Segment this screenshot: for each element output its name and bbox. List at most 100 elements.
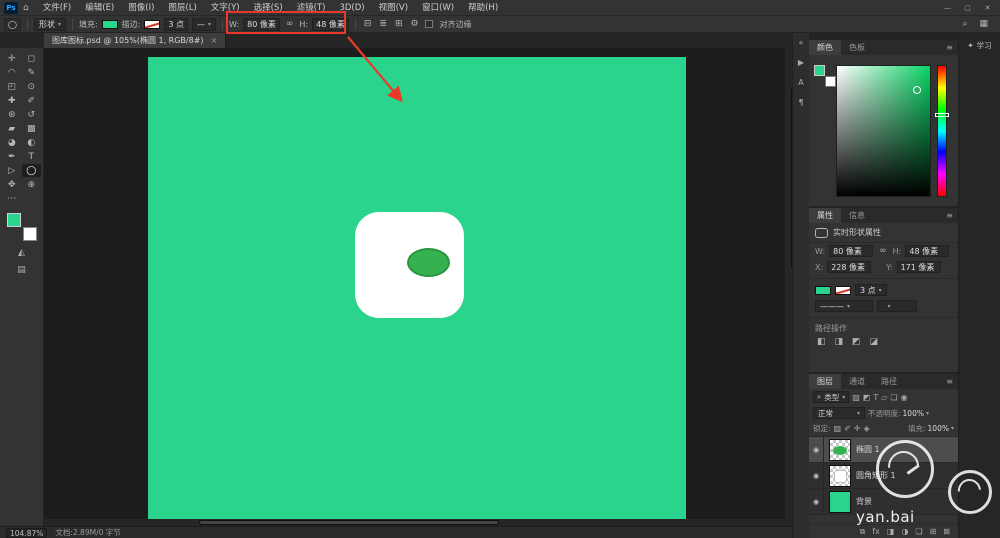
- y-field[interactable]: 171 像素: [897, 261, 941, 273]
- tab-paths[interactable]: 路径: [873, 374, 905, 389]
- link-layers-icon[interactable]: ⧉: [860, 527, 866, 537]
- menu-help[interactable]: 帮助(H): [461, 0, 505, 16]
- minimize-button[interactable]: —: [939, 2, 956, 14]
- opacity-control[interactable]: 不透明度: 100%: [868, 408, 929, 419]
- quick-mask-icon[interactable]: ◭: [0, 248, 43, 258]
- tab-properties[interactable]: 属性: [809, 208, 841, 223]
- filter-adjustment-layers-icon[interactable]: ◩: [863, 393, 871, 402]
- menu-layer[interactable]: 图层(L): [161, 0, 203, 16]
- menu-3d[interactable]: 3D(D): [332, 0, 371, 16]
- fill-swatch[interactable]: [102, 20, 118, 29]
- stroke-style-dropdown[interactable]: ———: [815, 300, 873, 312]
- foreground-color-swatch[interactable]: [7, 213, 21, 227]
- horizontal-scrollbar-thumb[interactable]: [199, 520, 499, 525]
- lock-all-icon[interactable]: ◈: [864, 424, 870, 433]
- exclude-shapes-icon[interactable]: ◪: [870, 337, 879, 347]
- tab-close-icon[interactable]: ×: [211, 36, 218, 45]
- background-color-swatch[interactable]: [825, 76, 836, 87]
- menu-file[interactable]: 文件(F): [36, 0, 79, 16]
- character-panel-icon[interactable]: A: [798, 78, 803, 87]
- layer-row-rounded-rectangle[interactable]: ◉ 圆角矩形 1: [809, 463, 958, 489]
- filter-type-layers-icon[interactable]: T: [873, 393, 878, 402]
- visibility-eye-icon[interactable]: ◉: [809, 437, 824, 462]
- brush-tool[interactable]: ✐: [22, 94, 42, 107]
- edit-toolbar-icon[interactable]: ⋯: [2, 192, 22, 205]
- home-icon[interactable]: ⌂: [23, 3, 29, 13]
- menu-type[interactable]: 文字(Y): [204, 0, 247, 16]
- filter-pixel-layers-icon[interactable]: ▨: [852, 393, 860, 402]
- link-dimensions-icon[interactable]: ∞: [284, 19, 296, 29]
- shape-width-field[interactable]: 80 像素: [243, 18, 280, 31]
- filter-shape-layers-icon[interactable]: ▱: [881, 393, 887, 402]
- delete-layer-icon[interactable]: ⊠: [943, 527, 950, 536]
- tool-preset-picker[interactable]: ◯: [4, 18, 21, 31]
- hue-slider-marker[interactable]: [935, 113, 949, 117]
- path-operations-icon[interactable]: ⊟: [362, 19, 374, 29]
- expand-panels-icon[interactable]: «: [799, 38, 804, 47]
- new-group-icon[interactable]: ❏: [915, 527, 922, 536]
- gradient-tool[interactable]: ▩: [22, 122, 42, 135]
- layer-name[interactable]: 背景: [856, 496, 872, 507]
- height-field[interactable]: 48 像素: [905, 245, 949, 257]
- stroke-width-dropdown[interactable]: 3 点: [855, 284, 887, 296]
- visibility-eye-icon[interactable]: ◉: [809, 463, 824, 488]
- history-brush-tool[interactable]: ↺: [22, 108, 42, 121]
- pen-tool[interactable]: ✒: [2, 150, 22, 163]
- type-tool[interactable]: T: [22, 150, 42, 163]
- stroke-width-field[interactable]: 3 点: [164, 18, 188, 31]
- zoom-tool[interactable]: ⊕: [22, 178, 42, 191]
- menu-view[interactable]: 视图(V): [372, 0, 415, 16]
- fill-swatch[interactable]: [815, 286, 831, 295]
- menu-edit[interactable]: 编辑(E): [78, 0, 121, 16]
- width-field[interactable]: 80 像素: [829, 245, 873, 257]
- horizontal-scrollbar[interactable]: [44, 519, 792, 526]
- visibility-eye-icon[interactable]: ◉: [809, 489, 824, 514]
- lock-pixels-icon[interactable]: ✐: [844, 424, 851, 433]
- eraser-tool[interactable]: ▰: [2, 122, 22, 135]
- hand-tool[interactable]: ✥: [2, 178, 22, 191]
- layer-thumbnail[interactable]: [829, 465, 851, 487]
- panel-menu-icon[interactable]: ≡: [941, 208, 958, 223]
- shape-height-field[interactable]: 48 像素: [312, 18, 349, 31]
- stroke-align-dropdown[interactable]: [877, 300, 917, 312]
- lasso-tool[interactable]: ◠: [2, 66, 22, 79]
- actions-panel-icon[interactable]: ▶: [798, 58, 804, 67]
- clone-stamp-tool[interactable]: ⊛: [2, 108, 22, 121]
- menu-filter[interactable]: 滤镜(T): [290, 0, 333, 16]
- menu-select[interactable]: 选择(S): [247, 0, 290, 16]
- filter-smart-objects-icon[interactable]: ❏: [890, 393, 897, 402]
- layer-row-ellipse[interactable]: ◉ 椭圆 1: [809, 437, 958, 463]
- subtract-shape-icon[interactable]: ◨: [835, 337, 844, 347]
- lock-transparency-icon[interactable]: ▨: [834, 424, 842, 433]
- layer-style-icon[interactable]: fx: [872, 527, 880, 536]
- maximize-button[interactable]: ▢: [959, 2, 976, 14]
- healing-brush-tool[interactable]: ✚: [2, 94, 22, 107]
- paragraph-panel-icon[interactable]: ¶: [798, 98, 803, 107]
- canvas-area[interactable]: [44, 48, 792, 526]
- blend-mode-dropdown[interactable]: 正常: [813, 407, 865, 419]
- tab-info[interactable]: 信息: [841, 208, 873, 223]
- vertical-scrollbar[interactable]: [785, 48, 792, 519]
- marquee-tool[interactable]: ◻: [22, 52, 42, 65]
- tab-layers[interactable]: 图层: [809, 374, 841, 389]
- search-icon[interactable]: ⌕: [960, 19, 969, 29]
- x-field[interactable]: 228 像素: [827, 261, 871, 273]
- add-layer-mask-icon[interactable]: ◨: [887, 527, 895, 536]
- lock-position-icon[interactable]: ✛: [854, 424, 861, 433]
- eyedropper-tool[interactable]: ⊙: [22, 80, 42, 93]
- document-canvas[interactable]: [148, 57, 686, 526]
- menu-window[interactable]: 窗口(W): [415, 0, 461, 16]
- screen-mode-icon[interactable]: ▤: [0, 265, 43, 275]
- path-alignment-icon[interactable]: ≣: [377, 19, 389, 29]
- color-picker-marker[interactable]: [913, 86, 921, 94]
- path-selection-tool[interactable]: ▷: [2, 164, 22, 177]
- document-tab[interactable]: 图库图标.psd @ 105%(椭圆 1, RGB/8#) ×: [44, 33, 226, 48]
- stroke-swatch[interactable]: [144, 20, 160, 29]
- quick-selection-tool[interactable]: ✎: [22, 66, 42, 79]
- menu-image[interactable]: 图像(I): [121, 0, 161, 16]
- close-button[interactable]: ✕: [979, 2, 996, 14]
- layer-name[interactable]: 圆角矩形 1: [856, 470, 896, 481]
- tool-mode-dropdown[interactable]: 形状: [34, 18, 66, 31]
- link-dimensions-icon[interactable]: ∞: [877, 246, 889, 256]
- layer-filter-dropdown[interactable]: ⌕ 类型: [813, 391, 849, 403]
